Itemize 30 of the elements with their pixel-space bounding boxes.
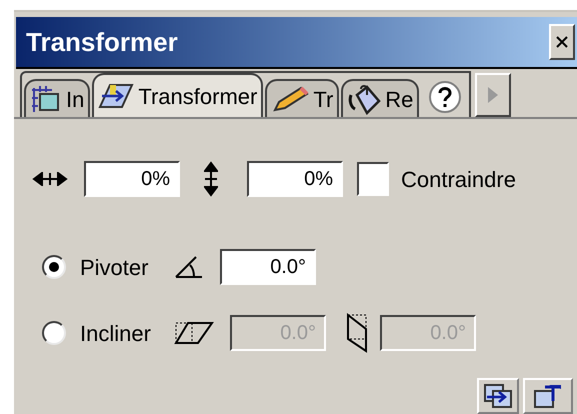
grid-icon <box>30 84 62 114</box>
skew-horizontal-icon <box>174 321 214 345</box>
close-icon <box>555 35 569 49</box>
checkbox[interactable] <box>357 162 389 196</box>
angle-icon <box>174 255 204 279</box>
horizontal-arrows-icon <box>32 172 68 186</box>
scroll-right-button[interactable] <box>475 73 512 117</box>
skew-vertical-icon <box>346 313 368 353</box>
close-button[interactable] <box>549 24 575 60</box>
height-field[interactable]: 0% <box>247 161 343 197</box>
tab[interactable]: In <box>24 79 90 117</box>
reset-button[interactable] <box>523 378 573 414</box>
tab[interactable]: Tr <box>265 79 340 117</box>
window-title: Transformer <box>26 26 178 58</box>
right-arrow-icon <box>487 86 500 104</box>
transform-icon <box>98 81 134 111</box>
pencil-icon <box>271 84 310 114</box>
radio-button[interactable] <box>42 255 66 279</box>
radio-label: Incliner <box>80 320 152 348</box>
vertical-arrows-icon <box>204 161 218 197</box>
square-arrow-icon <box>533 383 563 409</box>
radio-label: Pivoter <box>80 254 150 282</box>
copy-transform-button[interactable] <box>477 378 519 414</box>
duplicate-icon <box>483 383 513 409</box>
checkbox-label: Contraindre <box>401 166 516 194</box>
tab[interactable]: Re <box>341 79 420 117</box>
help-icon[interactable] <box>428 80 462 114</box>
tab[interactable]: Transformer <box>92 73 264 117</box>
width-field[interactable]: 0% <box>84 161 180 197</box>
rotation-field[interactable]: 0.0° <box>220 249 316 285</box>
